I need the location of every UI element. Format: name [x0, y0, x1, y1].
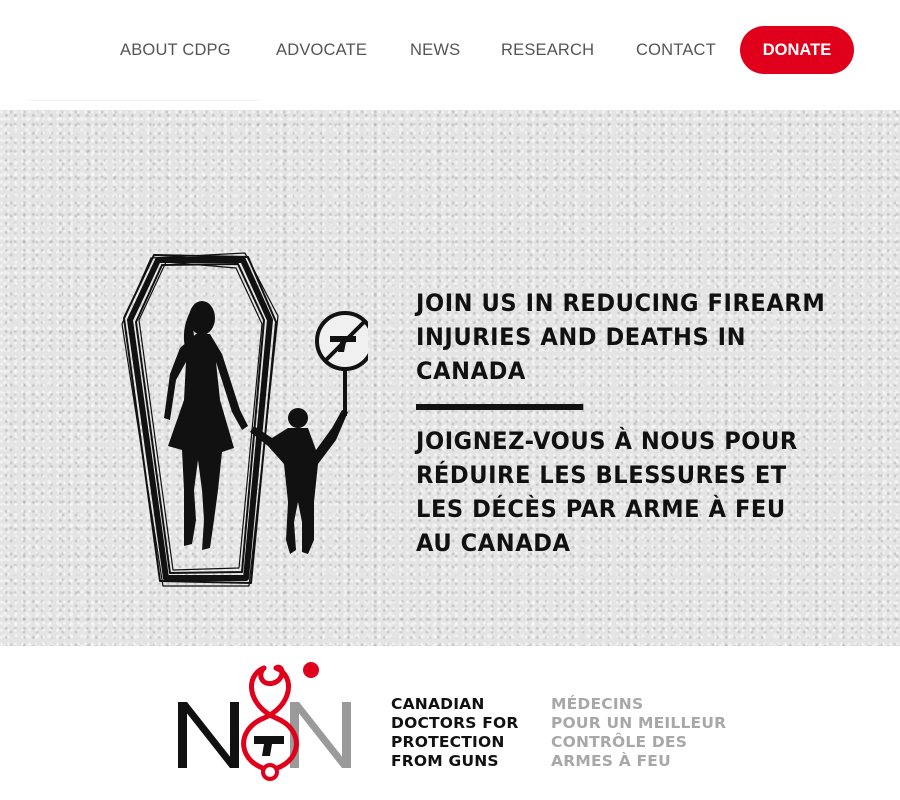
org-name-en-line: DOCTORS FOR: [391, 714, 519, 732]
hero-headline-block: JOIN US IN REDUCING FIREARM INJURIES AND…: [416, 286, 830, 560]
header-divider: [28, 100, 260, 101]
org-name-fr: MÉDECINS POUR UN MEILLEUR CONTRÔLE DES A…: [551, 695, 771, 771]
logo-letter-n-left: [178, 702, 239, 768]
gun-icon: [254, 736, 284, 756]
nav-item-news[interactable]: NEWS: [410, 28, 460, 72]
no-guns-icon: [315, 311, 368, 371]
org-name-en-line: CANADIAN: [391, 695, 485, 713]
hero-divider: [416, 404, 584, 410]
org-logo-banner: CANADIAN DOCTORS FOR PROTECTION FROM GUN…: [0, 646, 900, 800]
org-name-fr-line: CONTRÔLE DES: [551, 733, 688, 751]
org-name-en-line: FROM GUNS: [391, 752, 499, 770]
donate-button[interactable]: DONATE: [740, 26, 854, 74]
hero-illustration: [121, 252, 368, 587]
nav-item-contact[interactable]: CONTACT: [636, 28, 716, 72]
org-name-en: CANADIAN DOCTORS FOR PROTECTION FROM GUN…: [391, 695, 551, 771]
nav-item-advocate[interactable]: ADVOCATE: [276, 28, 367, 72]
hero-headline-en: JOIN US IN REDUCING FIREARM INJURIES AND…: [416, 289, 826, 385]
woman-silhouette: [164, 301, 248, 550]
org-name-fr-line: MÉDECINS: [551, 695, 644, 713]
org-name-fr-line: POUR UN MEILLEUR: [551, 714, 727, 732]
org-name-en-line: PROTECTION: [391, 733, 505, 751]
hero-headline-fr: JOIGNEZ-VOUS À NOUS POUR RÉDUIRE LES BLE…: [416, 427, 798, 557]
nav-item-about-cdpg[interactable]: ABOUT CDPG: [120, 28, 231, 72]
org-name-fr-line: ARMES À FEU: [551, 752, 671, 770]
logo-letter-n-right: [290, 702, 351, 768]
hero-banner: JOIN US IN REDUCING FIREARM INJURIES AND…: [0, 110, 900, 646]
site-header: ABOUT CDPG ADVOCATE NEWS RESEARCH CONTAC…: [0, 0, 900, 110]
nav-item-research[interactable]: RESEARCH: [501, 28, 594, 72]
stethoscope-logo: [178, 662, 351, 781]
